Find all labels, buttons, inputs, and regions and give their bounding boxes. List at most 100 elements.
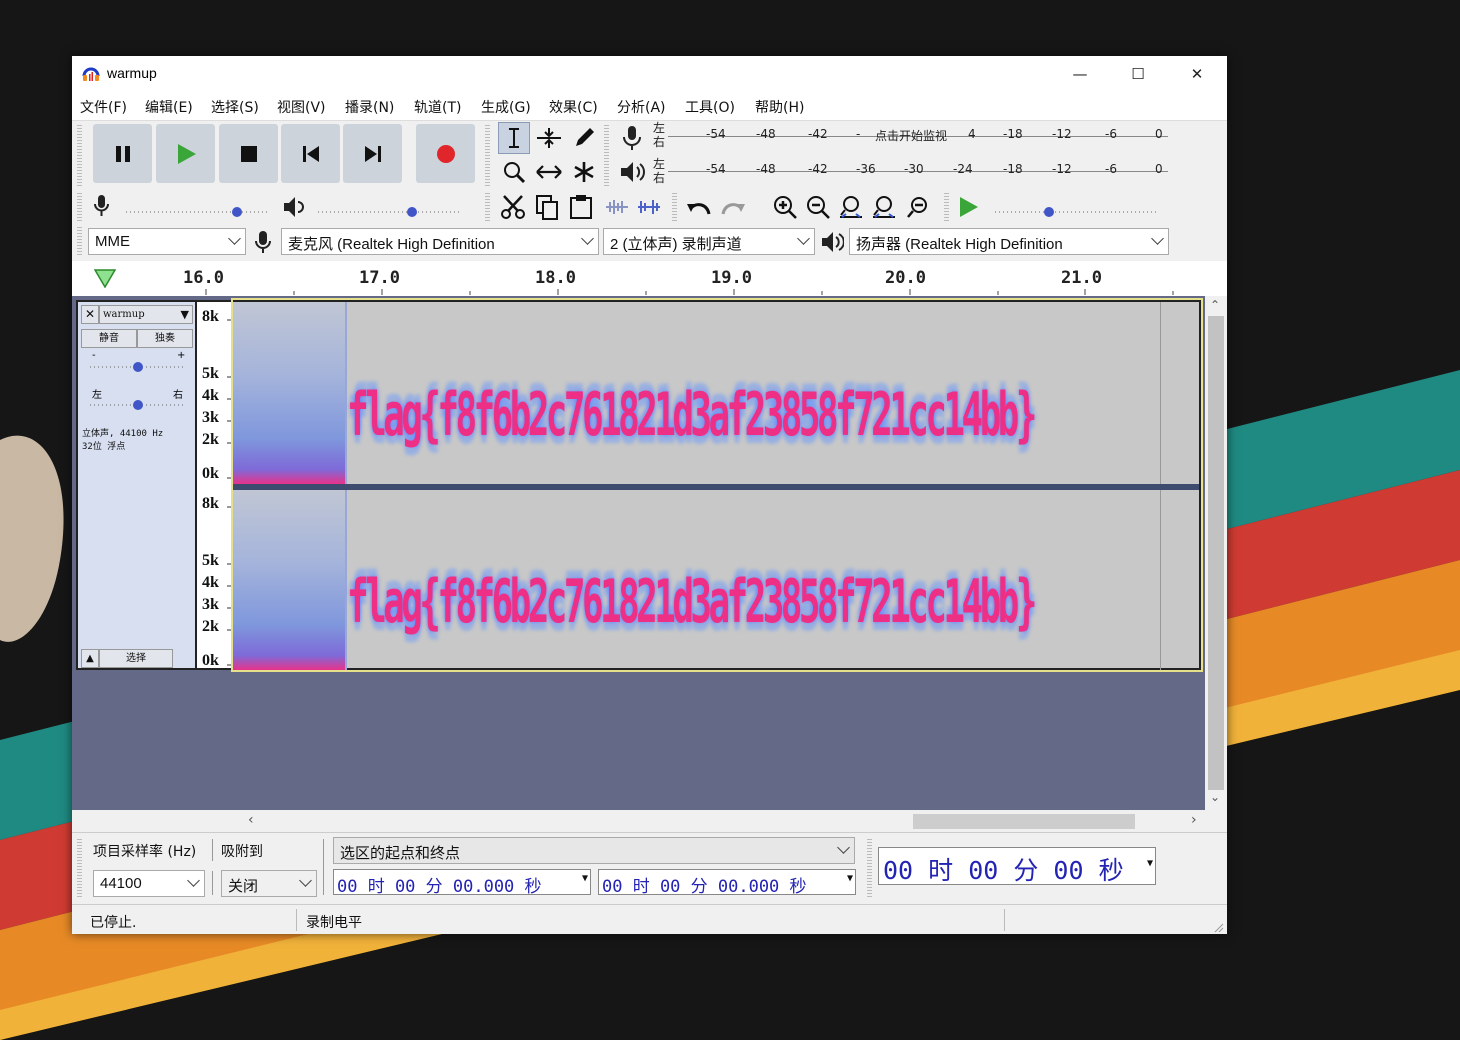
meter-tick: -48 [756, 162, 776, 176]
menu-effect[interactable]: 效果(C) [549, 97, 598, 117]
trim-button[interactable] [602, 192, 632, 222]
zoom-in-button[interactable] [770, 192, 800, 222]
toolbar-grip[interactable] [77, 193, 82, 223]
playback-meter[interactable]: -54 -48 -42 -36 -30 -24 -18 -12 -6 0 [668, 155, 1168, 187]
play-button[interactable] [156, 124, 215, 183]
menu-help[interactable]: 帮助(H) [755, 97, 804, 117]
left-channel-spectrogram[interactable]: flag{f8f6b2c761821d3af23858f721cc14bb} [233, 302, 1199, 484]
skip-to-end-button[interactable] [343, 124, 402, 183]
toolbar-grip[interactable] [77, 125, 82, 187]
multi-tool[interactable] [568, 156, 600, 188]
close-button[interactable]: ✕ [1168, 56, 1226, 92]
spectrogram-view[interactable]: flag{f8f6b2c761821d3af23858f721cc14bb} f… [231, 298, 1203, 672]
menu-select[interactable]: 选择(S) [211, 97, 259, 117]
scroll-up-icon[interactable]: ⌃ [1210, 298, 1220, 312]
playback-speed-slider[interactable] [989, 192, 1169, 222]
freq-label: 8k [202, 495, 219, 512]
menu-edit[interactable]: 编辑(E) [145, 97, 193, 117]
record-button[interactable] [416, 124, 475, 183]
menu-generate[interactable]: 生成(G) [481, 97, 531, 117]
skip-to-start-button[interactable] [281, 124, 340, 183]
paste-button[interactable] [566, 192, 596, 222]
menu-tools[interactable]: 工具(O) [685, 97, 735, 117]
track-area[interactable]: ✕ warmup ▼ 静音 独奏 - + 左 右 立体声, 44100 Hz 32… [72, 296, 1205, 810]
toolbar-grip[interactable] [485, 125, 490, 187]
selection-mode-select[interactable]: 选区的起点和终点 [333, 837, 855, 864]
zoom-in-icon [774, 196, 797, 219]
stop-button[interactable] [219, 124, 278, 183]
scroll-down-icon[interactable]: ⌄ [1210, 790, 1220, 804]
selection-start-time[interactable]: 00 时 00 分 00.000 秒 ▼ [333, 869, 591, 895]
menu-view[interactable]: 视图(V) [277, 97, 326, 117]
ruler-tick-label: 18.0 [535, 268, 576, 288]
right-channel-spectrogram[interactable]: flag{f8f6b2c761821d3af23858f721cc14bb} [233, 490, 1199, 670]
toolbar-grip[interactable] [672, 193, 677, 223]
separator [323, 839, 324, 895]
menu-tracks[interactable]: 轨道(T) [414, 97, 461, 117]
zoom-out-button[interactable] [803, 192, 833, 222]
copy-button[interactable] [532, 192, 562, 222]
draw-tool[interactable] [568, 122, 600, 154]
maximize-button[interactable]: ☐ [1109, 56, 1167, 92]
time-shift-tool[interactable] [533, 156, 565, 188]
selection-tool[interactable] [498, 122, 530, 154]
meter-tick: -12 [1052, 127, 1072, 141]
minimize-button[interactable]: — [1051, 56, 1109, 92]
playback-volume-slider[interactable] [318, 207, 462, 217]
pause-button[interactable] [93, 124, 152, 183]
playback-meter-button[interactable] [616, 156, 648, 188]
zoom-toggle-button[interactable] [903, 192, 933, 222]
toolbar-grip[interactable] [77, 839, 82, 899]
menu-file[interactable]: 文件(F) [80, 97, 127, 117]
audio-host-value: MME [95, 233, 130, 250]
snap-to-select[interactable]: 关闭 [221, 870, 317, 897]
select-track-button[interactable]: 选择 [99, 649, 173, 668]
toolbar-grip[interactable] [77, 227, 82, 257]
gain-slider[interactable] [88, 360, 188, 374]
undo-button[interactable] [684, 192, 714, 222]
recording-channels-select[interactable]: 2 (立体声) 录制声道 [603, 228, 815, 255]
recording-meter[interactable]: -54 -48 -42 - 点击开始监视 4 -18 -12 -6 0 [668, 120, 1168, 152]
cut-button[interactable] [498, 192, 528, 222]
horizontal-scrollbar[interactable]: ‹ › [72, 810, 1227, 832]
collapse-track-button[interactable]: ▲ [81, 649, 99, 668]
audio-host-select[interactable]: MME [88, 228, 246, 255]
recording-device-select[interactable]: 麦克风 (Realtek High Definition [281, 228, 599, 255]
toolbar-grip[interactable] [604, 125, 609, 187]
vertical-scrollbar[interactable]: ⌃ ⌄ [1205, 296, 1227, 810]
vertical-scroll-thumb[interactable] [1208, 316, 1224, 790]
mute-button[interactable]: 静音 [81, 329, 137, 348]
silence-button[interactable] [634, 192, 664, 222]
horizontal-scroll-thumb[interactable] [913, 814, 1135, 829]
meter-prompt[interactable]: 点击开始监视 [875, 127, 947, 144]
envelope-tool[interactable] [533, 122, 565, 154]
triangle-down-icon[interactable]: ▼ [582, 873, 588, 884]
toolbar-grip[interactable] [944, 193, 949, 223]
meter-channel-right: 右 [653, 171, 666, 185]
selection-end-time[interactable]: 00 时 00 分 00.000 秒 ▼ [598, 869, 856, 895]
timeline-ruler[interactable]: 16.0 17.0 18.0 19.0 20.0 21.0 [72, 261, 1227, 297]
play-at-speed-button[interactable] [954, 192, 984, 222]
scroll-right-icon[interactable]: › [1191, 812, 1197, 828]
fit-project-button[interactable] [869, 192, 899, 222]
audio-position-time[interactable]: 00 时 00 分 00 秒 ▼ [878, 847, 1156, 885]
track-menu-button[interactable]: warmup ▼ [99, 305, 193, 324]
recording-meter-button[interactable] [616, 122, 648, 154]
solo-button[interactable]: 独奏 [137, 329, 193, 348]
triangle-down-icon[interactable]: ▼ [1147, 858, 1153, 869]
project-rate-select[interactable]: 44100 [93, 870, 205, 897]
zoom-tool[interactable] [498, 156, 530, 188]
resize-grip-icon[interactable] [1212, 921, 1224, 933]
menu-analyze[interactable]: 分析(A) [617, 97, 666, 117]
menu-transport[interactable]: 播录(N) [345, 97, 394, 117]
pan-slider[interactable] [88, 398, 188, 412]
toolbar-grip[interactable] [867, 839, 872, 899]
close-track-button[interactable]: ✕ [81, 305, 99, 324]
selection-toolbar: 项目采样率 (Hz) 吸附到 44100 关闭 选区的起点和终点 00 时 00… [72, 832, 1227, 905]
triangle-down-icon[interactable]: ▼ [847, 873, 853, 884]
playback-device-select[interactable]: 扬声器 (Realtek High Definition [849, 228, 1169, 255]
scroll-left-icon[interactable]: ‹ [248, 812, 254, 828]
recording-volume-slider[interactable] [126, 207, 270, 217]
redo-button[interactable] [718, 192, 748, 222]
fit-selection-button[interactable] [836, 192, 866, 222]
